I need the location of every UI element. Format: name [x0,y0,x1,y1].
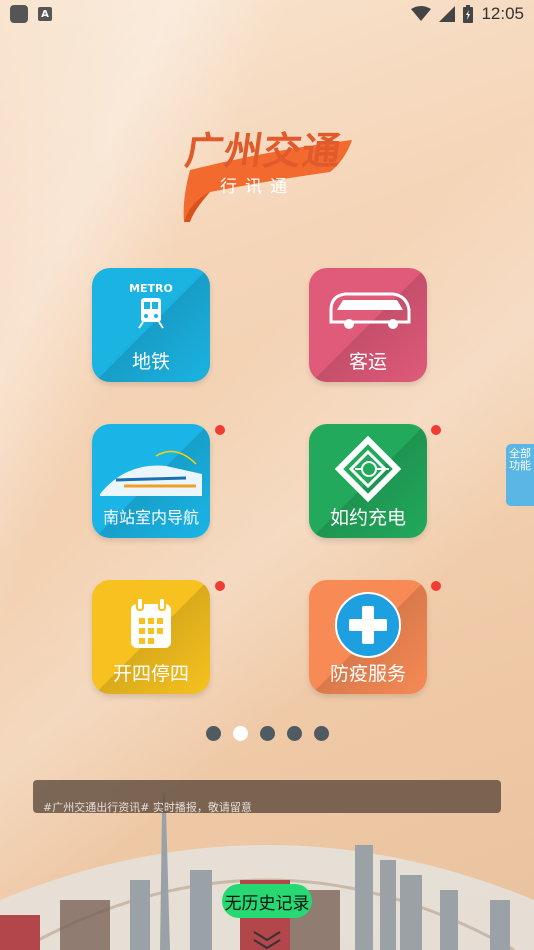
calendar-icon [92,594,210,654]
expand-chevron-icon[interactable] [250,928,284,950]
app-grid: METRO 地铁 客运 南站室内导航 如约充电 开四停四 防疫服务 [0,0,534,700]
charging-plug-icon [309,434,427,504]
app-charging[interactable]: 如约充电 [309,424,427,538]
page-dot[interactable] [205,726,221,741]
app-bus[interactable]: 客运 [309,268,427,382]
app-label: 如约充电 [329,507,406,529]
page-dot[interactable] [259,726,275,741]
app-label: 客运 [348,351,387,373]
app-epidemic-service[interactable]: 防疫服务 [309,580,427,694]
history-button[interactable]: 无历史记录 [222,884,312,918]
medical-cross-icon [309,590,427,660]
metro-train-icon: METRO [92,280,210,336]
page-indicator [0,726,534,741]
app-label: 南站室内导航 [102,508,199,527]
news-ticker[interactable]: #广州交通出行资讯# 实时播报，敬请留意 [33,780,501,814]
notification-badge [215,581,225,591]
page-dot-active[interactable] [232,726,248,741]
page-dot[interactable] [313,726,329,741]
svg-text:METRO: METRO [129,282,173,295]
logo-subtitle: 行讯通 [220,177,295,197]
notification-badge [215,425,225,435]
app-label: 地铁 [131,351,170,373]
notification-badge [431,425,441,435]
app-label: 防疫服务 [329,663,406,685]
high-speed-train-icon [92,444,210,504]
app-drive-schedule[interactable]: 开四停四 [92,580,210,694]
bus-icon [309,280,427,336]
page-dot[interactable] [286,726,302,741]
all-functions-tab[interactable]: 全部功能 [506,444,534,506]
app-metro[interactable]: METRO 地铁 [92,268,210,382]
app-label: 开四停四 [112,663,189,685]
app-south-station-nav[interactable]: 南站室内导航 [92,424,210,538]
notification-badge [431,581,441,591]
